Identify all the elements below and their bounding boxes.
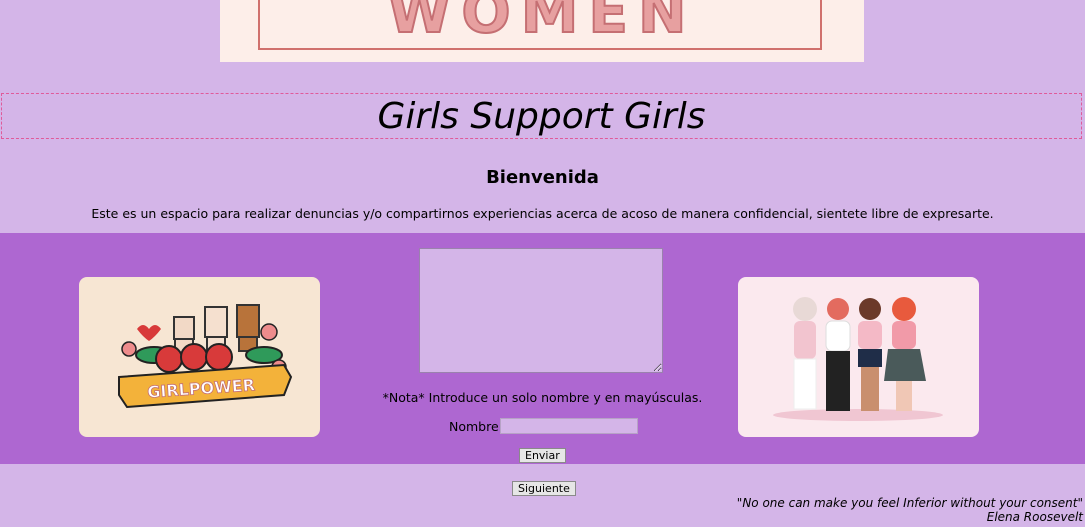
girlpower-image: GIRLPOWER — [79, 277, 320, 437]
submit-button[interactable]: Enviar — [519, 448, 566, 463]
welcome-heading: Bienvenida — [486, 167, 599, 188]
women-banner-image: WOMEN — [220, 0, 864, 62]
quote-text: "No one can make you feel Inferior witho… — [736, 496, 1083, 510]
quote-block: "No one can make you feel Inferior witho… — [737, 496, 1083, 524]
message-textarea[interactable] — [419, 248, 663, 373]
next-button[interactable]: Siguiente — [512, 481, 576, 496]
women-group-image — [738, 277, 979, 437]
page-title: Girls Support Girls — [377, 96, 706, 137]
banner-word: WOMEN — [386, 0, 697, 47]
name-input[interactable] — [499, 418, 638, 434]
quote-author: Elena Roosevelt — [986, 510, 1083, 524]
title-box: Girls Support Girls — [1, 93, 1082, 139]
name-row: Nombre — [449, 418, 638, 434]
intro-text: Este es un espacio para realizar denunci… — [91, 206, 994, 221]
name-label: Nombre — [449, 418, 499, 434]
